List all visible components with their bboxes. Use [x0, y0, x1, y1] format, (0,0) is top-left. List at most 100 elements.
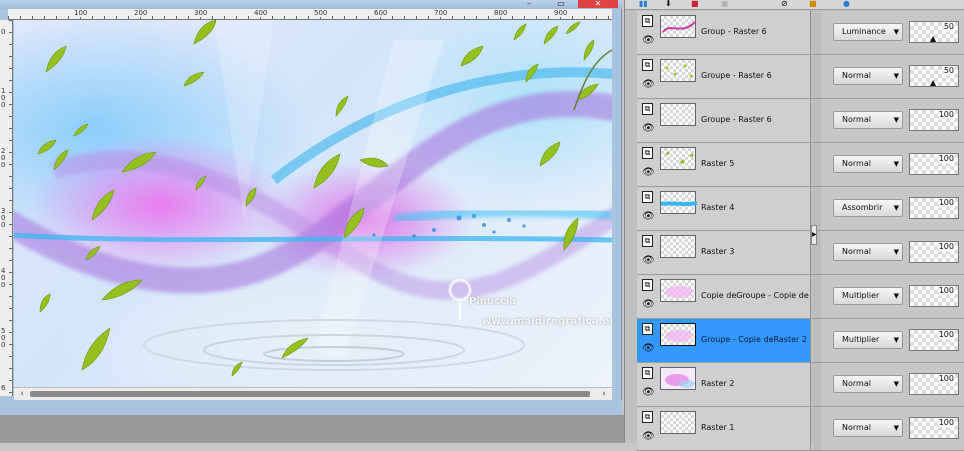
close-button[interactable]: ✕: [578, 0, 618, 8]
arrow-down-icon[interactable]: ⬇: [665, 0, 672, 8]
blend-mode-value: Normal: [842, 159, 871, 168]
layer-info[interactable]: ⧉ 👁 Raster 2: [637, 363, 811, 406]
blend-mode-dropdown[interactable]: Multiplier ▼: [833, 287, 903, 305]
new-layer-icon[interactable]: ■: [691, 0, 699, 8]
layer-info[interactable]: ⧉ 👁 Raster 5: [637, 143, 811, 186]
blend-mode-dropdown[interactable]: Normal ▼: [833, 243, 903, 261]
opacity-field[interactable]: 100: [909, 417, 959, 439]
layer-name: Raster 5: [701, 159, 735, 168]
group-icon[interactable]: ⧉: [642, 323, 653, 335]
panel-expander-handle[interactable]: ▶: [811, 225, 817, 245]
layer-info[interactable]: ⧉ 👁 Groupe - Copie deRaster 2: [637, 319, 811, 362]
ruler-h-label: 200: [134, 9, 148, 17]
group-icon[interactable]: ⧉: [642, 279, 653, 291]
opacity-field[interactable]: 100: [909, 373, 959, 395]
group-icon[interactable]: ⧉: [642, 191, 653, 203]
layer-row[interactable]: ⧉ 👁 Raster 2 Normal ▼ 100: [637, 363, 964, 407]
layer-thumbnail: [660, 15, 696, 38]
eye-icon[interactable]: 👁: [642, 79, 655, 91]
opacity-field[interactable]: 100: [909, 109, 959, 131]
layer-info[interactable]: ⧉ 👁 Copie deGroupe - Copie deR: [637, 275, 811, 318]
layers-view-icon[interactable]: ▮▮: [639, 0, 648, 8]
blend-mode-dropdown[interactable]: Assombrir ▼: [833, 199, 903, 217]
scroll-thumb[interactable]: [30, 391, 590, 397]
layer-row[interactable]: ⧉ 👁 Raster 4 Assombrir ▼ 100: [637, 187, 964, 231]
restore-button[interactable]: ▭: [546, 0, 576, 8]
group-icon[interactable]: ⧉: [642, 147, 653, 159]
blend-mode-value: Normal: [842, 71, 871, 80]
slider-handle-icon[interactable]: ▲: [930, 35, 936, 43]
artwork: [14, 20, 612, 377]
opacity-slider[interactable]: 50 ▲: [909, 21, 959, 43]
layer-info[interactable]: ⧉ 👁 Group - Raster 6: [637, 11, 811, 54]
blend-mode-dropdown[interactable]: Multiplier ▼: [833, 331, 903, 349]
blend-mode-dropdown[interactable]: Normal ▼: [833, 155, 903, 173]
minimize-button[interactable]: –: [514, 0, 544, 8]
eye-icon[interactable]: 👁: [642, 255, 655, 267]
document-titlebar[interactable]: – ▭ ✕: [0, 0, 622, 9]
blend-mode-dropdown[interactable]: Normal ▼: [833, 111, 903, 129]
eye-icon[interactable]: 👁: [642, 299, 655, 311]
opacity-value: 100: [937, 330, 955, 340]
blend-mode-dropdown[interactable]: Normal ▼: [833, 375, 903, 393]
layer-info[interactable]: ⧉ 👁 Groupe - Raster 6: [637, 99, 811, 142]
opacity-field[interactable]: 100: [909, 197, 959, 219]
layer-thumbnail: [660, 103, 696, 126]
opacity-field[interactable]: 100: [909, 241, 959, 263]
eye-icon[interactable]: 👁: [642, 431, 655, 443]
horizontal-scrollbar[interactable]: ‹ ›: [14, 387, 612, 400]
layer-info[interactable]: ⧉ 👁 Raster 3: [637, 231, 811, 274]
group-icon[interactable]: ⧉: [642, 367, 653, 379]
layer-row[interactable]: ⧉ 👁 Groupe - Raster 6 Normal ▼ 100: [637, 99, 964, 143]
layer-info[interactable]: ⧉ 👁 Raster 1: [637, 407, 811, 450]
chevron-down-icon: ▼: [893, 28, 899, 36]
blend-mode-dropdown[interactable]: Normal ▼: [833, 419, 903, 437]
layer-info[interactable]: ⧉ 👁 Groupe - Raster 6: [637, 55, 811, 98]
eye-icon[interactable]: 👁: [642, 343, 655, 355]
opacity-field[interactable]: 100: [909, 285, 959, 307]
layer-row[interactable]: ⧉ 👁 Raster 3 Normal ▼ 100: [637, 231, 964, 275]
link-icon[interactable]: ⊘: [781, 0, 788, 8]
blend-mode-value: Normal: [842, 115, 871, 124]
opacity-field[interactable]: 100: [909, 329, 959, 351]
chevron-down-icon: ▼: [893, 336, 899, 344]
group-icon[interactable]: ⧉: [642, 411, 653, 423]
globe-icon[interactable]: ●: [843, 0, 850, 8]
layers-list: ⧉ 👁 Group - Raster 6 Luminance ▼ 50 ▲ ⧉ …: [637, 11, 964, 451]
slider-handle-icon[interactable]: ▲: [930, 79, 936, 87]
eye-icon[interactable]: 👁: [642, 387, 655, 399]
lock-icon[interactable]: ■: [809, 0, 817, 8]
chevron-down-icon: ▼: [893, 380, 899, 388]
eye-icon[interactable]: 👁: [642, 35, 655, 47]
layer-properties: Normal ▼ 100: [821, 231, 964, 274]
eye-icon[interactable]: 👁: [642, 211, 655, 223]
eye-icon[interactable]: 👁: [642, 123, 655, 135]
layer-row[interactable]: ⧉ 👁 Raster 1 Normal ▼ 100: [637, 407, 964, 451]
image-canvas[interactable]: Pinuccia www.maidiregrafica.eu: [14, 20, 612, 387]
group-icon[interactable]: ⧉: [642, 59, 653, 71]
opacity-field[interactable]: 100: [909, 153, 959, 175]
layer-row[interactable]: ⧉ 👁 Copie deGroupe - Copie deR Multiplie…: [637, 275, 964, 319]
layer-row[interactable]: ⧉ 👁 Group - Raster 6 Luminance ▼ 50 ▲: [637, 11, 964, 55]
layer-info[interactable]: ⧉ 👁 Raster 4: [637, 187, 811, 230]
layer-row[interactable]: ⧉ 👁 Raster 5 Normal ▼ 100: [637, 143, 964, 187]
ruler-h-label: 100: [74, 9, 88, 17]
ruler-v-label: 6: [1, 384, 6, 392]
blend-mode-dropdown[interactable]: Normal ▼: [833, 67, 903, 85]
blend-mode-value: Multiplier: [842, 335, 880, 344]
ruler-v-label: 0: [1, 28, 6, 36]
duplicate-icon[interactable]: ▣: [721, 0, 729, 8]
group-icon[interactable]: ⧉: [642, 235, 653, 247]
layer-row[interactable]: ⧉ 👁 Groupe - Raster 6 Normal ▼ 50 ▲: [637, 55, 964, 99]
blend-mode-value: Assombrir: [842, 203, 883, 212]
scroll-right-arrow-icon[interactable]: ›: [598, 388, 610, 400]
layer-row-selected[interactable]: ⧉ 👁 Groupe - Copie deRaster 2 Multiplier…: [637, 319, 964, 363]
group-icon[interactable]: ⧉: [642, 103, 653, 115]
eye-icon[interactable]: 👁: [642, 167, 655, 179]
group-icon[interactable]: ⧉: [642, 15, 653, 27]
blend-mode-dropdown[interactable]: Luminance ▼: [833, 23, 903, 41]
opacity-slider[interactable]: 50 ▲: [909, 65, 959, 87]
layer-name: Copie deGroupe - Copie deR: [701, 291, 809, 300]
opacity-value: 100: [937, 154, 955, 164]
scroll-left-arrow-icon[interactable]: ‹: [16, 388, 28, 400]
